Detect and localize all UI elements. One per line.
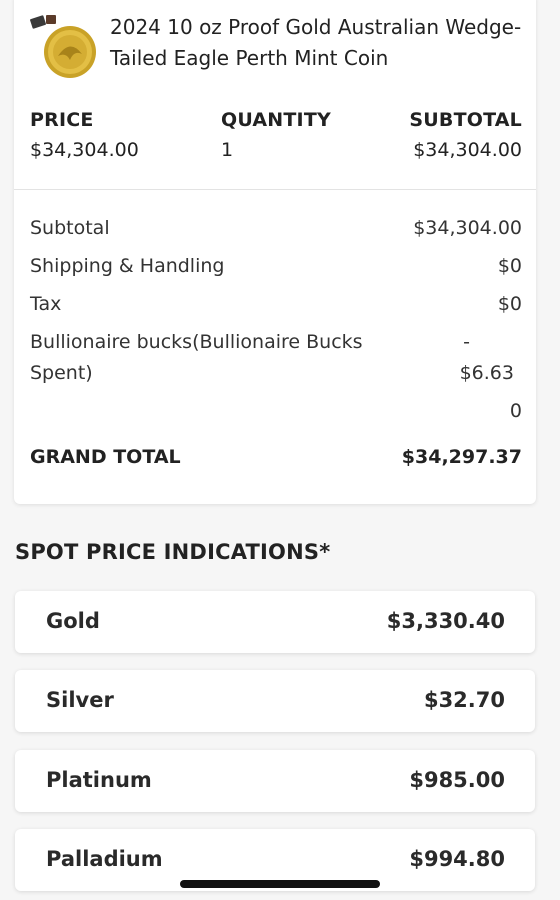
metal-name: Platinum <box>46 768 152 792</box>
spot-price-heading: SPOT PRICE INDICATIONS* <box>15 540 331 564</box>
gold-coin-icon <box>30 15 96 78</box>
spot-card-platinum[interactable]: Platinum $985.00 <box>15 750 535 812</box>
metal-price: $32.70 <box>423 688 505 712</box>
home-indicator[interactable] <box>180 880 380 888</box>
line-subtotal-value: $34,304.00 <box>413 139 522 161</box>
product-line[interactable]: 2024 10 oz Proof Gold Australian Wedge-T… <box>30 0 521 90</box>
tax-label: Tax <box>30 293 62 315</box>
quantity-column-label: QUANTITY <box>221 109 331 131</box>
subtotal-value: $34,304.00 <box>413 217 522 239</box>
metal-price: $994.80 <box>409 847 505 871</box>
shipping-value: $0 <box>497 255 522 277</box>
price-value: $34,304.00 <box>30 139 139 161</box>
bucks-value-amount: $6.63 <box>459 362 514 384</box>
metal-name: Gold <box>46 609 100 633</box>
bucks-value-tail: 0 <box>509 400 522 422</box>
bucks-label-line2: Spent) <box>30 362 93 384</box>
metal-price: $985.00 <box>409 768 505 792</box>
grand-total-value: $34,297.37 <box>401 446 522 468</box>
spot-card-gold[interactable]: Gold $3,330.40 <box>15 591 535 653</box>
subtotal-label: Subtotal <box>30 217 110 239</box>
metal-name: Palladium <box>46 847 163 871</box>
metal-price: $3,330.40 <box>386 609 505 633</box>
bucks-label-line1: Bullionaire bucks(Bullionaire Bucks <box>30 331 363 353</box>
metal-name: Silver <box>46 688 114 712</box>
grand-total-label: GRAND TOTAL <box>30 446 181 468</box>
subtotal-column-label: SUBTOTAL <box>409 109 522 131</box>
divider <box>14 189 536 190</box>
quantity-value: 1 <box>221 139 234 161</box>
price-column-label: PRICE <box>30 109 94 131</box>
shipping-label: Shipping & Handling <box>30 255 225 277</box>
tax-value: $0 <box>497 293 522 315</box>
spot-card-silver[interactable]: Silver $32.70 <box>15 670 535 732</box>
product-title[interactable]: 2024 10 oz Proof Gold Australian Wedge-T… <box>110 12 530 74</box>
bucks-value-dash: - <box>463 331 470 353</box>
